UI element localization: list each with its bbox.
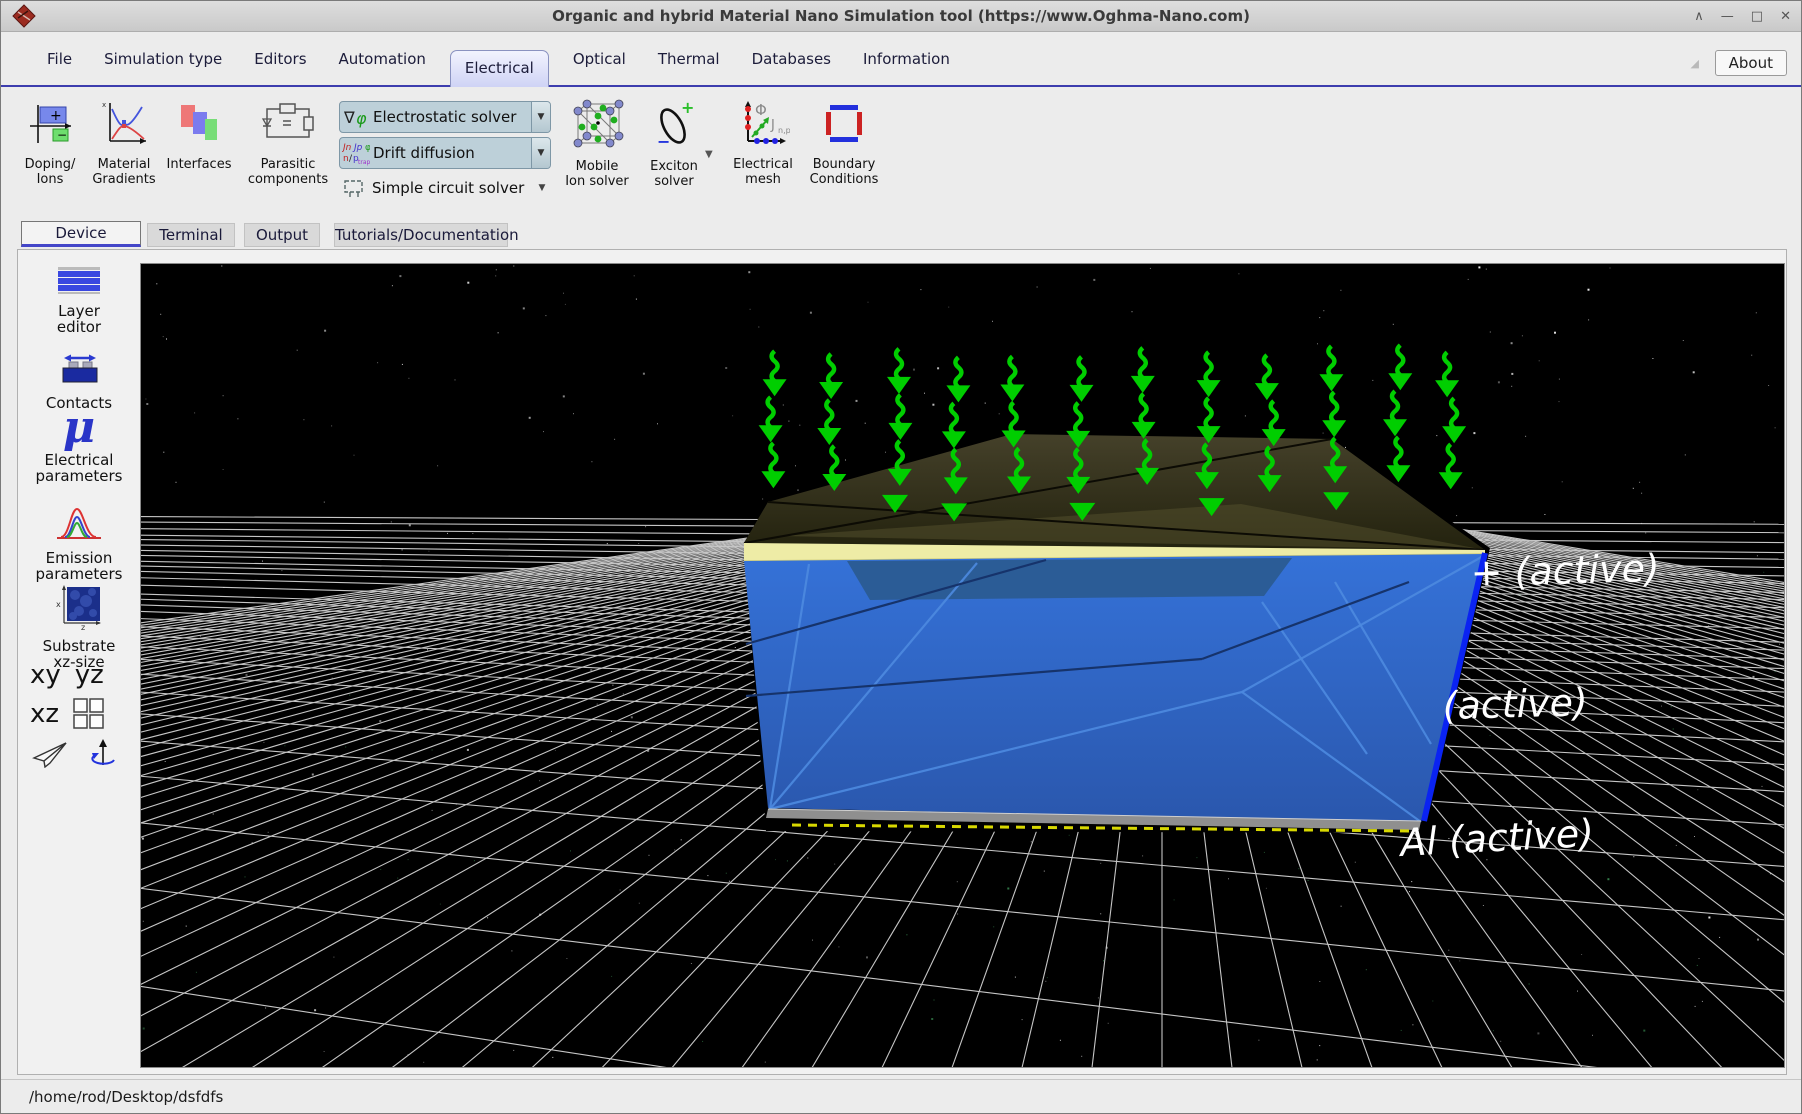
boundary-conditions-icon: [820, 99, 868, 149]
sidebar-item-electrical-parameters[interactable]: μ Electrical parameters: [18, 408, 140, 484]
menu-editors[interactable]: Editors: [254, 50, 306, 68]
svg-text:+: +: [681, 99, 694, 117]
menu-file[interactable]: File: [47, 50, 72, 68]
drift-diffusion-icon: Jn Jp φ n / p trap: [342, 140, 370, 166]
menu-simulation-type[interactable]: Simulation type: [104, 50, 222, 68]
substrate-image-icon: x z: [55, 584, 103, 630]
shade-button[interactable]: ∧: [1694, 9, 1704, 24]
simple-circuit-solver-combo[interactable]: Simple circuit solver ▼: [339, 173, 551, 203]
document-tabs: Device structure Terminal Output Tutoria…: [1, 215, 1801, 249]
drift-diffusion-label: Drift diffusion: [370, 144, 531, 162]
menu-automation[interactable]: Automation: [339, 50, 426, 68]
tool-exciton-solver[interactable]: + − Exciton solver: [645, 99, 703, 189]
tab-tutorials-documentation[interactable]: Tutorials/Documentation: [334, 223, 508, 247]
svg-text:+ (active): + (active): [1470, 546, 1660, 595]
menubar: File Simulation type Editors Automation …: [1, 31, 1801, 87]
sidebar: Layer editor Contacts μ Electrical param…: [18, 250, 140, 1074]
grid-view-icon[interactable]: [73, 698, 105, 729]
electrostatic-solver-icon: ∇ φ: [342, 104, 370, 130]
svg-text:Jp: Jp: [352, 143, 363, 153]
exciton-solver-icon: + −: [651, 99, 697, 151]
svg-text:J: J: [770, 118, 775, 133]
layers-icon: [56, 266, 102, 295]
about-button[interactable]: About: [1715, 50, 1787, 76]
sidebar-item-layer-editor[interactable]: Layer editor: [18, 266, 140, 335]
tool-mobile-ion-solver[interactable]: Mobile Ion solver: [557, 99, 637, 189]
view-yz-button[interactable]: yz: [75, 660, 104, 690]
tab-device-structure[interactable]: Device structure: [21, 221, 141, 247]
svg-text:n,p: n,p: [778, 126, 790, 135]
material-gradients-icon: x: [100, 99, 148, 149]
parasitic-components-icon: [261, 99, 315, 149]
menu-databases[interactable]: Databases: [752, 50, 831, 68]
view-xy-button[interactable]: xy: [30, 660, 61, 690]
tool-parasitic-components[interactable]: Parasitic components: [243, 99, 333, 187]
minimize-button[interactable]: —: [1721, 9, 1734, 24]
svg-text:−: −: [57, 128, 67, 142]
tool-electrical-mesh[interactable]: Φ J n,p Electrical mesh: [723, 99, 803, 187]
window-title: Organic and hybrid Material Nano Simulat…: [1, 1, 1801, 31]
maximize-button[interactable]: □: [1751, 9, 1763, 24]
mobile-ion-solver-icon: [570, 99, 624, 151]
svg-text:∇: ∇: [343, 108, 355, 127]
svg-text:z: z: [81, 623, 85, 630]
app-window: Organic and hybrid Material Nano Simulat…: [0, 0, 1802, 1114]
current-path: /home/rod/Desktop/dsfdfs: [29, 1080, 223, 1114]
svg-text:x: x: [56, 600, 61, 609]
exciton-dropdown-arrow[interactable]: ▼: [705, 149, 713, 160]
rotate-view-icon[interactable]: [88, 738, 118, 770]
simple-circuit-solver-label: Simple circuit solver: [369, 179, 533, 197]
device-structure-page: Layer editor Contacts μ Electrical param…: [17, 249, 1787, 1075]
emission-spectrum-icon: [55, 502, 103, 542]
svg-text:Jn: Jn: [342, 143, 352, 153]
ribbon: + − Doping/ Ions x Material Gradients: [1, 87, 1801, 215]
svg-text:(active): (active): [1442, 680, 1588, 728]
electrical-mesh-icon: Φ J n,p: [736, 99, 790, 149]
menu-optical[interactable]: Optical: [573, 50, 626, 68]
svg-text:x: x: [102, 101, 106, 109]
svg-text:Φ: Φ: [755, 101, 767, 119]
electrostatic-dropdown-arrow[interactable]: ▼: [531, 102, 550, 132]
contacts-icon: [54, 352, 104, 387]
simple-circuit-dropdown-arrow[interactable]: ▼: [533, 173, 551, 203]
statusbar: /home/rod/Desktop/dsfdfs: [1, 1079, 1801, 1114]
doping-ions-icon: + −: [26, 99, 74, 149]
mu-icon: μ: [18, 408, 140, 448]
menu-thermal[interactable]: Thermal: [658, 50, 720, 68]
tool-material-gradients[interactable]: x Material Gradients: [89, 99, 159, 187]
tool-interfaces[interactable]: Interfaces: [161, 99, 237, 172]
drift-diffusion-combo[interactable]: Jn Jp φ n / p trap Drift diffusion ▼: [339, 137, 551, 169]
tab-output[interactable]: Output: [244, 223, 320, 247]
drift-diffusion-dropdown-arrow[interactable]: ▼: [531, 138, 550, 168]
menu-information[interactable]: Information: [863, 50, 950, 68]
view-xz-button[interactable]: xz: [30, 699, 59, 729]
menu-electrical-active[interactable]: Electrical: [450, 50, 549, 87]
sidebar-item-emission-parameters[interactable]: Emission parameters: [18, 502, 140, 582]
interfaces-icon: [175, 99, 223, 149]
electrostatic-solver-label: Electrostatic solver: [370, 108, 531, 126]
sidebar-item-substrate-xz-size[interactable]: x z Substrate xz-size: [18, 584, 140, 670]
tool-boundary-conditions[interactable]: Boundary Conditions: [801, 99, 887, 187]
solver-stack: ∇ φ Electrostatic solver ▼ Jn Jp φ n / p…: [339, 101, 551, 207]
paper-plane-icon[interactable]: [30, 740, 68, 768]
simple-circuit-solver-icon: [341, 175, 369, 201]
titlebar: Organic and hybrid Material Nano Simulat…: [1, 1, 1801, 32]
svg-text:φ: φ: [356, 109, 367, 128]
close-button[interactable]: ✕: [1780, 9, 1791, 24]
electrostatic-solver-combo[interactable]: ∇ φ Electrostatic solver ▼: [339, 101, 551, 133]
svg-text:+: +: [50, 108, 62, 124]
tab-terminal[interactable]: Terminal: [147, 223, 235, 247]
tool-doping-ions[interactable]: + − Doping/ Ions: [17, 99, 83, 187]
svg-text:n: n: [343, 154, 349, 164]
svg-text:−: −: [657, 132, 670, 151]
3d-device-viewport[interactable]: + (active)(active)Al (active): [140, 263, 1785, 1068]
svg-text:trap: trap: [358, 159, 370, 166]
corner-grip-icon: ◢: [1691, 57, 1699, 70]
